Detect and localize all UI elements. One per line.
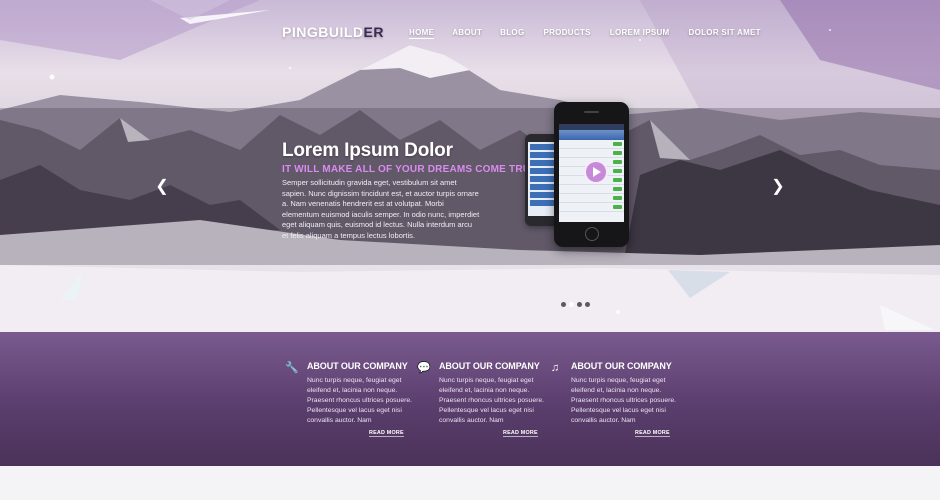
page: PINGBUILDER HOME ABOUT BLOG PRODUCTS LOR… bbox=[0, 0, 940, 500]
nav-item-dolor-sit-amet[interactable]: DOLOR SIT AMET bbox=[689, 28, 761, 39]
chevron-right-icon[interactable]: ❯ bbox=[770, 178, 786, 196]
features-section: 🔧 ABOUT OUR COMPANY Nunc turpis neque, f… bbox=[0, 332, 940, 466]
logo-text: PINGBUILD bbox=[282, 24, 364, 40]
read-more-link[interactable]: READ MORE bbox=[635, 430, 670, 437]
slide-subtitle: IT WILL MAKE ALL OF YOUR DREAMS COME TRU… bbox=[282, 164, 538, 175]
slider-dot[interactable] bbox=[561, 302, 566, 307]
music-note-icon: ♫ bbox=[550, 362, 560, 374]
site-logo[interactable]: PINGBUILDER bbox=[282, 24, 384, 40]
hero-slider: PINGBUILDER HOME ABOUT BLOG PRODUCTS LOR… bbox=[0, 0, 940, 332]
nav-item-blog[interactable]: BLOG bbox=[500, 28, 524, 39]
slider-dot-active[interactable] bbox=[569, 302, 574, 307]
slider-dot[interactable] bbox=[577, 302, 582, 307]
nav-item-lorem-ipsum[interactable]: LOREM IPSUM bbox=[610, 28, 670, 39]
read-more-link[interactable]: READ MORE bbox=[369, 430, 404, 437]
slide-description: Semper sollicitudin gravida eget, vestib… bbox=[282, 178, 480, 240]
speech-bubble-icon: 💬 bbox=[417, 362, 431, 374]
feature-title: ABOUT OUR COMPANY bbox=[571, 361, 672, 371]
feature-title: ABOUT OUR COMPANY bbox=[439, 361, 540, 371]
feature-title: ABOUT OUR COMPANY bbox=[307, 361, 408, 371]
footer-strip bbox=[0, 466, 940, 500]
wrench-icon: 🔧 bbox=[285, 362, 299, 374]
feature-text: Nunc turpis neque, feugiat eget eleifend… bbox=[307, 377, 413, 424]
chevron-left-icon[interactable]: ❮ bbox=[154, 178, 170, 196]
main-nav: HOME ABOUT BLOG PRODUCTS LOREM IPSUM DOL… bbox=[409, 28, 761, 39]
slider-dot[interactable] bbox=[585, 302, 590, 307]
slide-title: Lorem Ipsum Dolor bbox=[282, 140, 453, 161]
nav-item-products[interactable]: PRODUCTS bbox=[543, 28, 590, 39]
feature-text: Nunc turpis neque, feugiat eget eleifend… bbox=[439, 377, 545, 424]
play-icon[interactable] bbox=[584, 160, 608, 184]
logo-accent-text: ER bbox=[363, 24, 384, 40]
slider-pagination bbox=[561, 302, 590, 307]
feature-text: Nunc turpis neque, feugiat eget eleifend… bbox=[571, 377, 677, 424]
nav-item-about[interactable]: ABOUT bbox=[452, 28, 482, 39]
nav-item-home[interactable]: HOME bbox=[409, 28, 435, 39]
read-more-link[interactable]: READ MORE bbox=[503, 430, 538, 437]
